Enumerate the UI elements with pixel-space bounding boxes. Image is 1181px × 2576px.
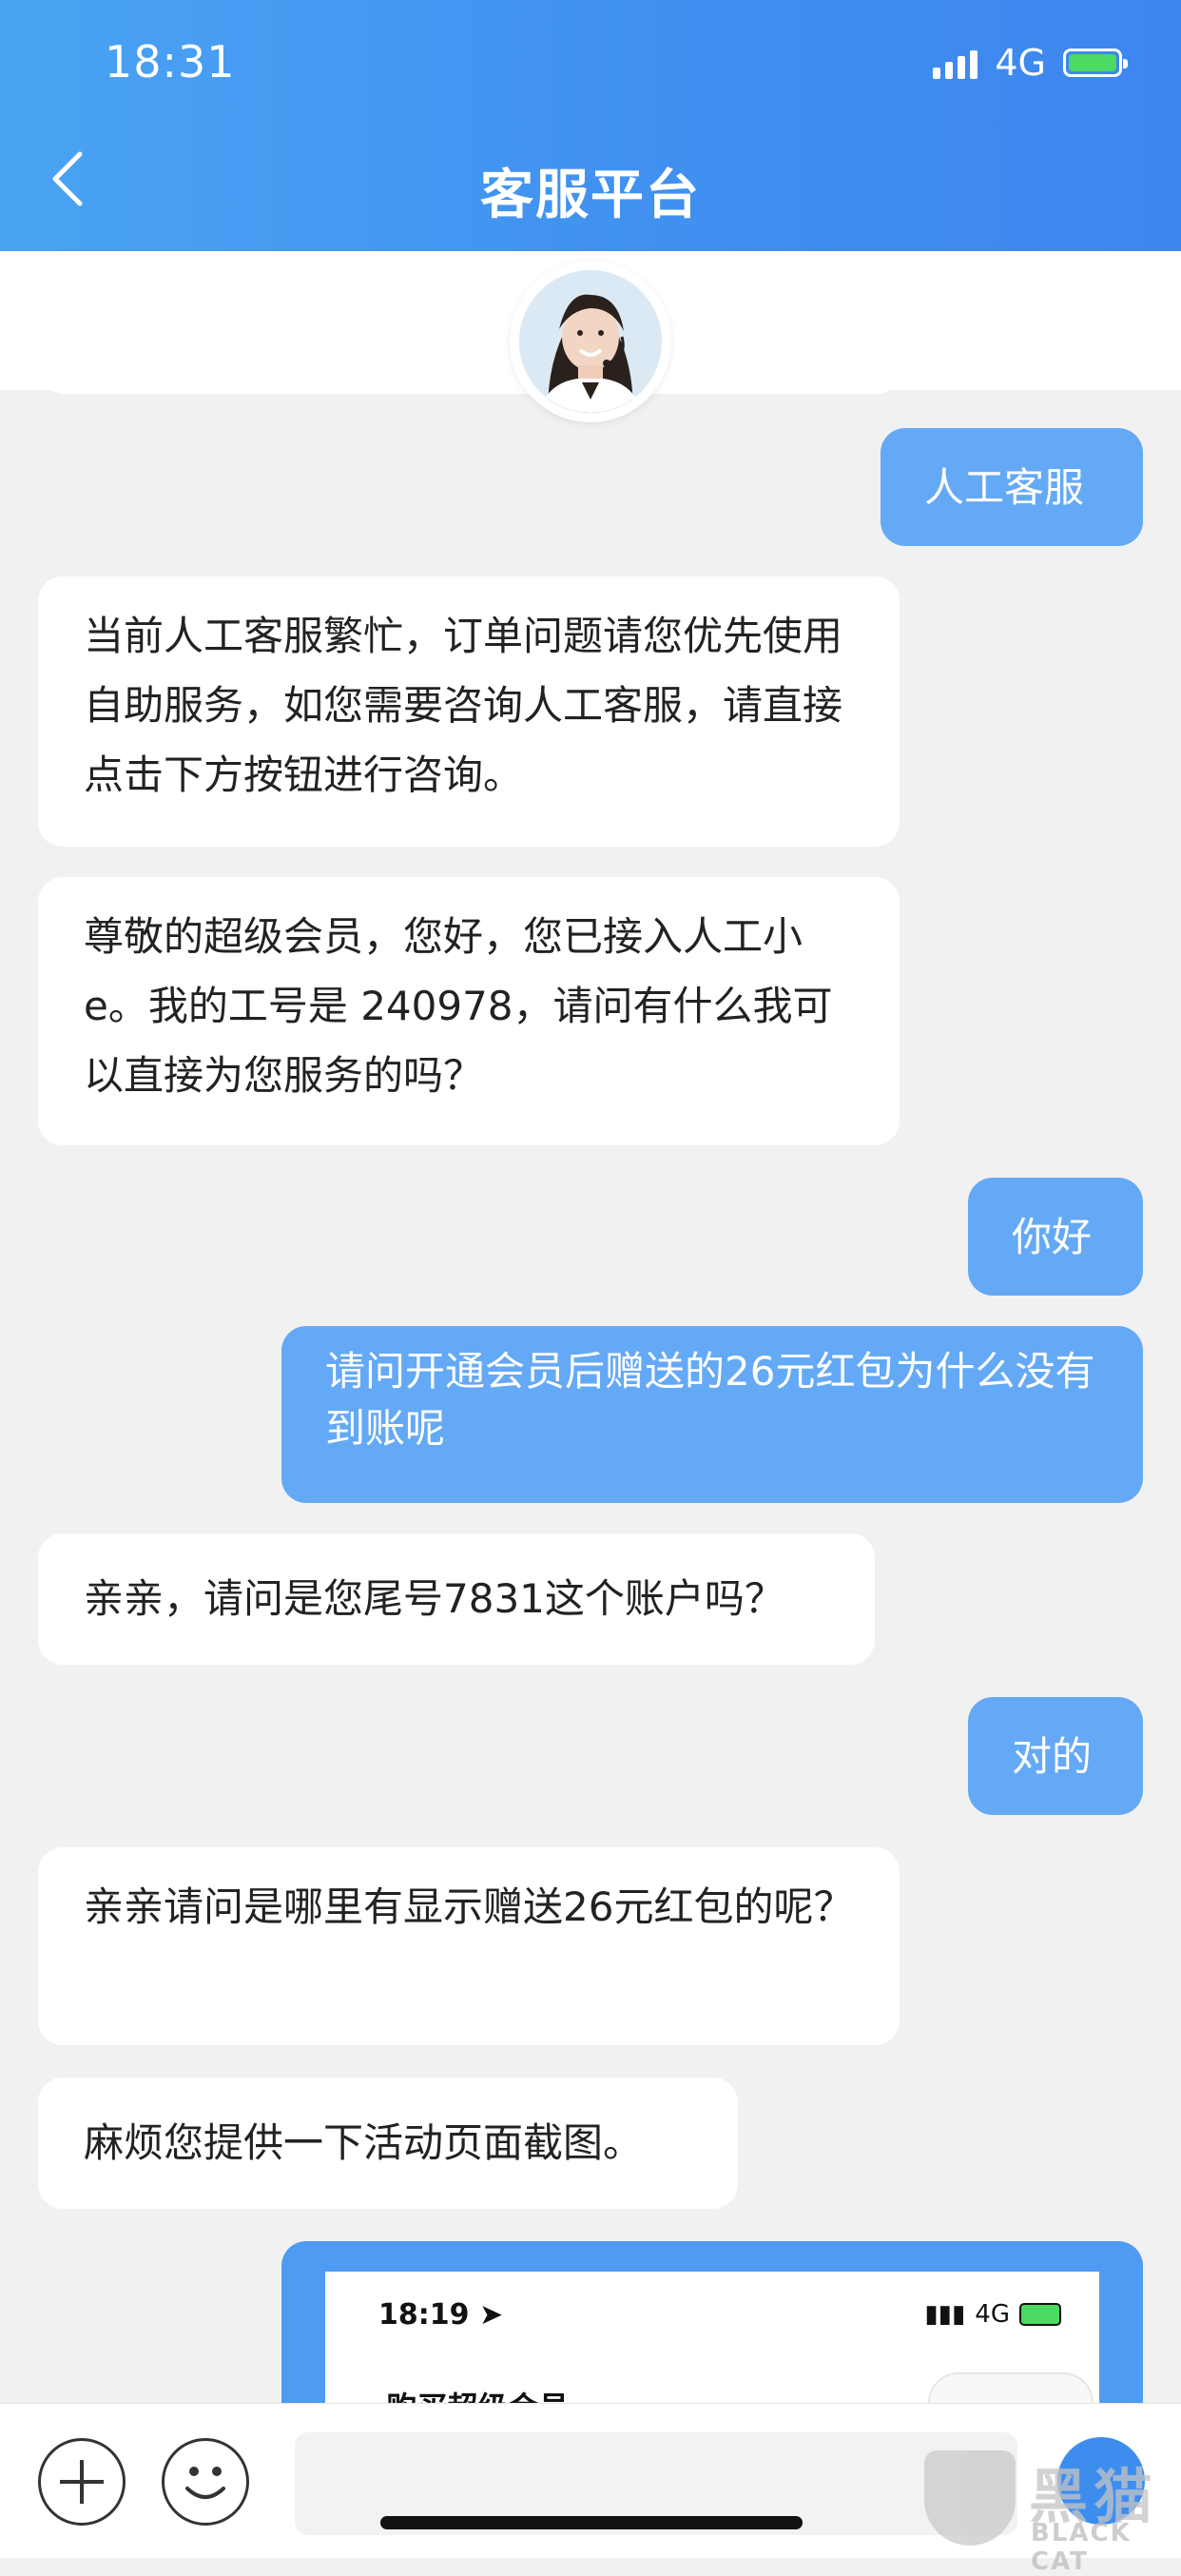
status-icons: 4G xyxy=(933,42,1128,84)
mini-status-time: 18:19 ➤ xyxy=(378,2298,504,2332)
message-text: 尊敬的超级会员，您好，您已接入人工小e。我的工号是 240978，请问有什么我可… xyxy=(84,913,833,1099)
user-message: 你好 xyxy=(968,1178,1143,1296)
agent-message: 麻烦您提供一下活动页面截图。 xyxy=(38,2078,738,2209)
network-label: 4G xyxy=(995,42,1046,84)
agent-portrait xyxy=(519,270,662,413)
agent-message: 尊敬的超级会员，您好，您已接入人工小e。我的工号是 240978，请问有什么我可… xyxy=(38,877,900,1145)
message-text: 对的 xyxy=(1012,1733,1093,1780)
page-title: 客服平台 xyxy=(480,165,701,226)
agent-message: 当前人工客服繁忙，订单问题请您优先使用自助服务，如您需要咨询人工客服，请直接点击… xyxy=(38,576,900,847)
home-indicator xyxy=(380,2516,803,2529)
agent-message: 亲亲，请问是您尾号7831这个账户吗？ xyxy=(38,1533,875,1665)
user-message: 请问开通会员后赠送的26元红包为什么没有到账呢 xyxy=(281,1326,1143,1503)
emoji-button[interactable] xyxy=(162,2438,249,2526)
watermark-text-en: BLACK CAT xyxy=(1031,2519,1132,2576)
message-text: 人工客服 xyxy=(924,464,1085,511)
agent-avatar xyxy=(510,261,671,422)
mini-status-icons: ▮▮▮ 4G xyxy=(924,2300,1061,2329)
watermark-logo-icon xyxy=(924,2450,1016,2546)
previous-message-edge xyxy=(38,367,903,394)
message-text: 亲亲请问是哪里有显示赠送26元红包的呢？ xyxy=(84,1883,854,1930)
add-button[interactable] xyxy=(38,2438,126,2526)
user-message: 人工客服 xyxy=(881,428,1143,546)
watermark: 黑猫 BLACK CAT xyxy=(924,2445,1181,2576)
agent-message: 亲亲请问是哪里有显示赠送26元红包的呢？ xyxy=(38,1847,900,2045)
battery-icon xyxy=(1063,49,1128,77)
message-text: 亲亲，请问是您尾号7831这个账户吗？ xyxy=(84,1575,784,1622)
smile-icon xyxy=(185,2467,225,2499)
signal-icon xyxy=(933,47,978,79)
app-header: 18:31 4G 客服平台 xyxy=(0,0,1181,251)
status-time: 18:31 xyxy=(105,36,236,88)
message-text: 麻烦您提供一下活动页面截图。 xyxy=(84,2119,644,2166)
user-message: 对的 xyxy=(968,1697,1143,1815)
message-text: 请问开通会员后赠送的26元红包为什么没有到账呢 xyxy=(325,1348,1095,1452)
message-text: 你好 xyxy=(1012,1214,1093,1260)
message-text: 当前人工客服繁忙，订单问题请您优先使用自助服务，如您需要咨询人工客服，请直接点击… xyxy=(84,613,843,798)
